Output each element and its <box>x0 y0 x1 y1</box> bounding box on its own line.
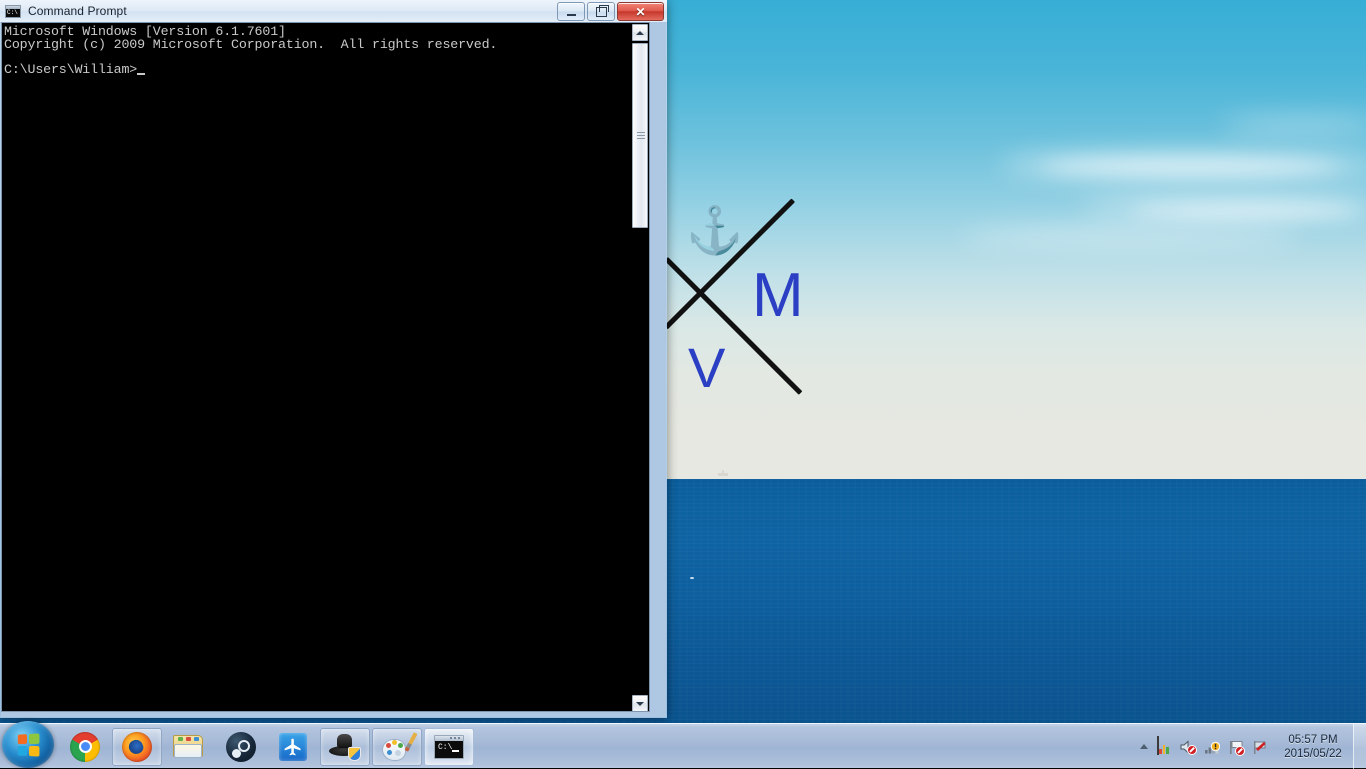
watermark-letter-m: M <box>752 261 804 330</box>
command-prompt-window[interactable]: Command Prompt ✕ Microsoft Windows [Vers… <box>0 0 667 718</box>
taskbar-item-plane[interactable] <box>268 728 318 766</box>
console-line: Copyright (c) 2009 Microsoft Corporation… <box>4 37 498 52</box>
close-button[interactable]: ✕ <box>617 2 664 21</box>
show-hidden-icons-button[interactable] <box>1135 735 1153 759</box>
tray-icon-equalizer[interactable] <box>1155 735 1175 757</box>
scrollbar-grip-icon <box>637 131 645 140</box>
tray-icon-security[interactable] <box>1251 737 1271 757</box>
paint-palette-icon <box>382 731 418 761</box>
scroll-up-button[interactable] <box>632 24 648 41</box>
deny-badge-icon <box>1187 744 1197 755</box>
minimize-button[interactable] <box>557 2 585 21</box>
cmd-icon <box>5 4 21 18</box>
chevron-down-icon <box>636 701 644 706</box>
console-frame: Microsoft Windows [Version 6.1.7601] Cop… <box>1 22 666 717</box>
maximize-icon <box>595 4 609 17</box>
watermark-letter-v: V <box>688 336 726 399</box>
taskbar-item-firefox[interactable] <box>112 727 162 766</box>
chevron-up-icon <box>1140 744 1148 749</box>
chevron-up-icon <box>636 30 644 35</box>
taskbar-item-cmd[interactable]: C:\ <box>424 727 474 766</box>
console-prompt-line: C:\Users\William> <box>4 63 635 77</box>
taskbar-item-steam[interactable] <box>216 728 266 766</box>
chrome-icon <box>70 731 100 762</box>
taskbar-clock[interactable]: 05:57 PM 2015/05/22 <box>1279 733 1347 761</box>
uac-shield-icon <box>348 746 361 761</box>
cloud-streak <box>1040 160 1340 174</box>
sea-sparkle <box>690 577 694 579</box>
clock-date: 2015/05/22 <box>1284 747 1342 760</box>
steam-icon <box>226 731 256 762</box>
cmd-icon: C:\ <box>434 734 464 759</box>
tray-icon-network[interactable] <box>1203 737 1223 757</box>
deny-badge-icon <box>1235 745 1245 756</box>
speaker-muted-icon <box>1180 739 1197 755</box>
scrollbar-thumb[interactable] <box>632 43 648 228</box>
start-button[interactable] <box>2 721 54 768</box>
bar-graph-icon <box>1157 735 1169 755</box>
text-cursor <box>137 73 146 75</box>
taskbar-item-explorer[interactable] <box>164 728 214 766</box>
show-desktop-button[interactable] <box>1353 724 1366 769</box>
taskbar-items: C:\ <box>60 726 476 767</box>
maximize-button[interactable] <box>587 2 615 21</box>
network-warning-icon <box>1205 741 1221 754</box>
folder-icon <box>173 734 205 760</box>
shield-alert-icon <box>1253 740 1268 755</box>
tray-icon-action-center[interactable] <box>1227 737 1247 757</box>
top-hat-icon <box>329 733 361 761</box>
window-controls: ✕ <box>557 2 664 21</box>
window-titlebar[interactable]: Command Prompt ✕ <box>0 0 667 23</box>
console-output-area[interactable]: Microsoft Windows [Version 6.1.7601] Cop… <box>1 22 650 712</box>
console-scrollbar[interactable] <box>632 24 648 711</box>
airplane-icon <box>279 732 307 761</box>
console-prompt: C:\Users\William> <box>4 62 138 77</box>
firefox-icon <box>122 731 152 762</box>
taskbar-item-hat[interactable] <box>320 727 370 766</box>
windows-orb-icon <box>17 732 40 757</box>
cloud-streak <box>1220 118 1366 132</box>
flag-error-icon <box>1229 740 1245 756</box>
ship-mast <box>722 470 724 474</box>
taskbar-item-paint[interactable] <box>372 727 422 766</box>
close-icon: ✕ <box>635 4 646 19</box>
window-title: Command Prompt <box>28 4 127 18</box>
taskbar-item-chrome[interactable] <box>60 728 110 766</box>
taskbar[interactable]: C:\ 05:57 PM 2015/05/22 <box>0 721 1366 769</box>
minimize-icon <box>566 13 576 16</box>
tray-icon-volume[interactable] <box>1179 737 1199 757</box>
scroll-down-button[interactable] <box>632 695 648 711</box>
clock-time: 05:57 PM <box>1288 733 1338 746</box>
cloud-streak <box>960 228 1300 246</box>
anchor-icon: ⚓ <box>686 204 744 256</box>
cloud-streak <box>1130 205 1360 217</box>
system-tray: 05:57 PM 2015/05/22 <box>1135 724 1366 769</box>
